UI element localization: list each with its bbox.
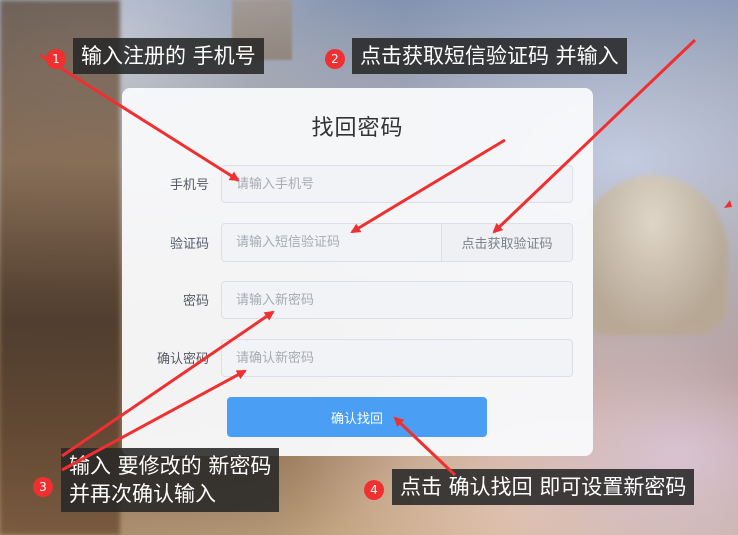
confirm-password-input[interactable]: [221, 339, 573, 377]
new-password-input[interactable]: [221, 281, 573, 319]
phone-label: 手机号: [169, 178, 209, 193]
step-1-badge: 1: [46, 49, 66, 69]
confirm-password-label: 确认密码: [156, 352, 209, 367]
step-1-callout: 输入注册的 手机号: [73, 38, 264, 74]
step-3-line-1: 输入 要修改的 新密码: [69, 454, 272, 478]
code-input-group: 点击获取验证码: [221, 223, 573, 262]
step-3-badge: 3: [33, 477, 53, 497]
step-2-callout: 点击获取短信验证码 并输入: [352, 38, 627, 74]
get-code-button[interactable]: 点击获取验证码: [441, 224, 572, 261]
stray-arrowhead: [724, 200, 732, 208]
code-label: 验证码: [169, 237, 209, 252]
password-label: 密码: [182, 294, 209, 309]
page-title: 找回密码: [311, 116, 404, 141]
step-2-badge: 2: [325, 49, 345, 69]
sms-code-input[interactable]: [222, 224, 442, 261]
phone-input[interactable]: [221, 165, 573, 203]
confirm-reset-button[interactable]: 确认找回: [227, 397, 487, 437]
step-4-badge: 4: [364, 480, 384, 500]
background-dome: [578, 175, 728, 335]
step-4-callout: 点击 确认找回 即可设置新密码: [392, 469, 695, 505]
step-3-callout: 输入 要修改的 新密码 并再次确认输入: [61, 448, 280, 512]
step-3-line-2: 并再次确认输入: [69, 482, 216, 506]
reset-password-card: 找回密码 手机号 验证码 点击获取验证码 密码 确认密码 确认找回: [122, 88, 593, 456]
